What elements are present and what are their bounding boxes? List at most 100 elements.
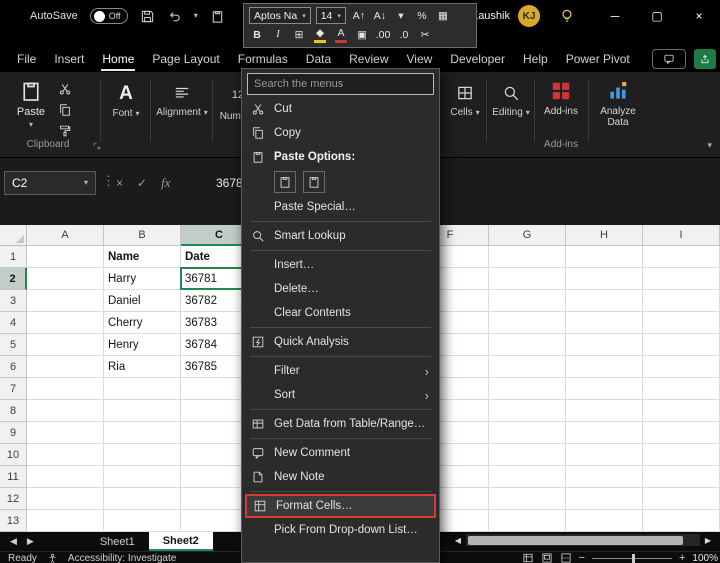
cancel-entry-icon[interactable]: ×	[116, 176, 123, 190]
context-menu-item-quick-analysis[interactable]: Quick Analysis	[242, 330, 439, 354]
column-header-H[interactable]: H	[566, 225, 643, 246]
cell-B9[interactable]	[104, 422, 181, 444]
cell-H6[interactable]	[566, 356, 643, 378]
paste-values-button[interactable]	[303, 171, 325, 193]
context-menu-item-format-cells[interactable]: Format Cells…	[245, 494, 436, 518]
undo-icon[interactable]	[167, 9, 182, 24]
share-button[interactable]	[694, 49, 716, 69]
context-menu-item-smart-lookup[interactable]: Smart Lookup	[242, 224, 439, 248]
context-menu-item-paste-options[interactable]: Paste Options:	[242, 145, 439, 169]
cell-H7[interactable]	[566, 378, 643, 400]
next-sheet-icon[interactable]: ▶	[27, 536, 34, 547]
context-menu-item-new-comment[interactable]: New Comment	[242, 441, 439, 465]
cell-H1[interactable]	[566, 246, 643, 268]
cell-G10[interactable]	[489, 444, 566, 466]
ribbon-tab-developer[interactable]: Developer	[441, 47, 514, 72]
avatar[interactable]: KJ	[518, 5, 540, 27]
context-menu-item-sort[interactable]: Sort›	[242, 383, 439, 407]
ribbon-tab-home[interactable]: Home	[93, 47, 143, 72]
increase-decimal-button[interactable]: .00	[375, 27, 391, 44]
cell-I5[interactable]	[643, 334, 720, 356]
cell-I13[interactable]	[643, 510, 720, 532]
context-menu-search-input[interactable]	[247, 73, 434, 95]
cell-I10[interactable]	[643, 444, 720, 466]
borders-button[interactable]: ⊞	[291, 27, 307, 44]
cell-G12[interactable]	[489, 488, 566, 510]
cell-B5[interactable]: Henry	[104, 334, 181, 356]
cell-A1[interactable]	[27, 246, 104, 268]
page-break-view-button[interactable]	[560, 552, 572, 563]
cell-A6[interactable]	[27, 356, 104, 378]
name-box[interactable]: C2 ▾	[4, 171, 96, 195]
cell-B1[interactable]: Name	[104, 246, 181, 268]
cell-I9[interactable]	[643, 422, 720, 444]
analyze-data-button[interactable]: Analyze Data	[592, 80, 644, 128]
cell-B13[interactable]	[104, 510, 181, 532]
context-menu-item-get-data-from-table-range[interactable]: Get Data from Table/Range…	[242, 412, 439, 436]
scroll-right-icon[interactable]: ▶	[702, 536, 714, 545]
column-header-I[interactable]: I	[643, 225, 720, 246]
row-header-6[interactable]: 6	[0, 356, 27, 378]
cell-H8[interactable]	[566, 400, 643, 422]
format-painter-button[interactable]: ✂	[417, 27, 433, 44]
select-all-corner[interactable]	[0, 225, 27, 246]
alignment-group-button[interactable]: Alignment▾	[154, 84, 210, 118]
cells-group-button[interactable]: Cells▾	[444, 84, 486, 118]
cell-A13[interactable]	[27, 510, 104, 532]
cell-G7[interactable]	[489, 378, 566, 400]
column-header-G[interactable]: G	[489, 225, 566, 246]
cell-G8[interactable]	[489, 400, 566, 422]
undo-dropdown-icon[interactable]: ▾	[194, 12, 198, 20]
zoom-out-button[interactable]: −	[579, 553, 585, 563]
cell-G13[interactable]	[489, 510, 566, 532]
row-header-8[interactable]: 8	[0, 400, 27, 422]
context-menu-item-insert[interactable]: Insert…	[242, 253, 439, 277]
italic-button[interactable]: I	[270, 27, 286, 44]
cell-H4[interactable]	[566, 312, 643, 334]
cell-I12[interactable]	[643, 488, 720, 510]
insert-function-icon[interactable]: fx	[161, 175, 170, 191]
editing-group-button[interactable]: Editing▾	[489, 84, 533, 118]
row-header-5[interactable]: 5	[0, 334, 27, 356]
column-header-B[interactable]: B	[104, 225, 181, 246]
cell-H12[interactable]	[566, 488, 643, 510]
cell-G9[interactable]	[489, 422, 566, 444]
accessibility-icon[interactable]	[47, 553, 58, 563]
minimize-button[interactable]: ─	[594, 0, 636, 32]
context-menu-item-pick-from-drop-down-list[interactable]: Pick From Drop-down List…	[242, 518, 439, 542]
autosave-toggle[interactable]: Off	[90, 8, 128, 24]
fill-color-button[interactable]: ◆	[312, 27, 328, 44]
cell-H9[interactable]	[566, 422, 643, 444]
cell-I7[interactable]	[643, 378, 720, 400]
horizontal-scrollbar[interactable]: ◀ ▶	[452, 533, 714, 547]
accounting-format-dropdown[interactable]: ▾	[393, 7, 409, 24]
zoom-level[interactable]: 100%	[692, 553, 718, 563]
cell-G5[interactable]	[489, 334, 566, 356]
font-name-select[interactable]: Aptos Na▾	[249, 7, 311, 24]
context-menu-item-delete[interactable]: Delete…	[242, 277, 439, 301]
sheet-tab-sheet2[interactable]: Sheet2	[149, 532, 213, 551]
cell-I11[interactable]	[643, 466, 720, 488]
ribbon-tab-help[interactable]: Help	[514, 47, 557, 72]
cell-I3[interactable]	[643, 290, 720, 312]
cell-B10[interactable]	[104, 444, 181, 466]
cell-B12[interactable]	[104, 488, 181, 510]
cell-B7[interactable]	[104, 378, 181, 400]
format-painter-button[interactable]	[58, 124, 72, 138]
scrollbar-thumb[interactable]	[468, 536, 683, 545]
context-menu-item-new-note[interactable]: New Note	[242, 465, 439, 489]
scrollbar-track[interactable]	[466, 534, 700, 546]
cell-A11[interactable]	[27, 466, 104, 488]
zoom-slider[interactable]	[592, 558, 672, 559]
row-header-10[interactable]: 10	[0, 444, 27, 466]
collapse-ribbon-icon[interactable]: ▾	[707, 140, 712, 151]
cell-A2[interactable]	[27, 268, 104, 290]
decrease-decimal-button[interactable]: .0	[396, 27, 412, 44]
context-menu-item-copy[interactable]: Copy	[242, 121, 439, 145]
page-layout-view-button[interactable]	[541, 552, 553, 563]
cell-B11[interactable]	[104, 466, 181, 488]
cell-A10[interactable]	[27, 444, 104, 466]
ribbon-tab-page-layout[interactable]: Page Layout	[143, 47, 228, 72]
close-button[interactable]: ×	[678, 0, 720, 32]
normal-view-button[interactable]	[522, 552, 534, 563]
